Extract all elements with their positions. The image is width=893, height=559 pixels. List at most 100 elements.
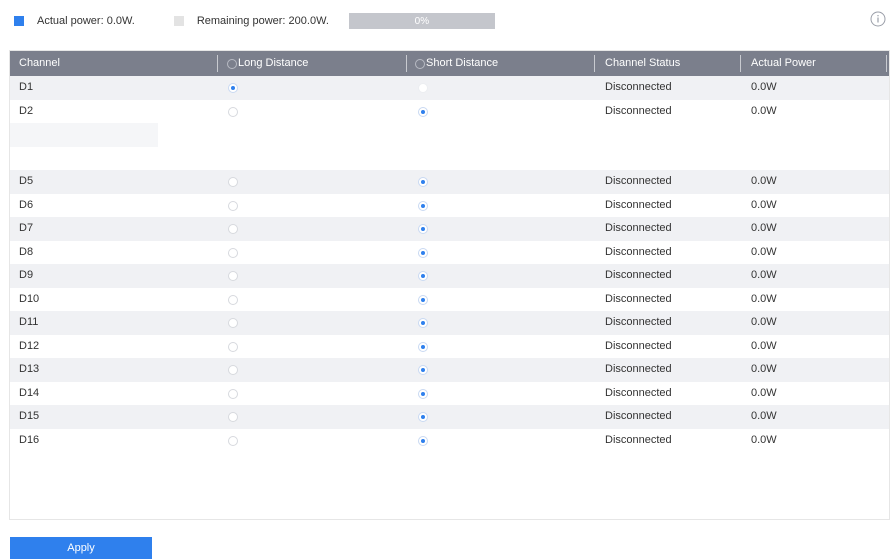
cell-actual-power: 0.0W [751, 81, 777, 93]
header-short-distance-label: Short Distance [426, 57, 499, 69]
long-distance-radio[interactable] [228, 224, 238, 234]
table-header: Channel Long Distance Short Distance Cha… [10, 51, 889, 76]
cell-channel: D5 [19, 175, 34, 187]
table-row: D1 Disconnected 0.0W [10, 76, 889, 100]
short-distance-radio[interactable] [418, 365, 428, 375]
cell-channel-status: Disconnected [605, 104, 672, 117]
cell-channel-status: Disconnected [605, 363, 672, 375]
cell-actual-power: 0.0W [751, 316, 777, 328]
cell-channel-status: Disconnected [605, 198, 672, 211]
apply-button[interactable]: Apply [10, 537, 152, 559]
cell-channel-status: Disconnected [605, 269, 672, 281]
actual-power-label: Actual power: 0.0W. [37, 15, 135, 27]
long-distance-radio[interactable] [228, 271, 238, 281]
table-row: D13 Disconnected 0.0W [10, 358, 889, 382]
cell-channel-status: Disconnected [605, 410, 672, 422]
short-distance-radio[interactable] [418, 247, 428, 258]
row-fragment [10, 123, 158, 147]
long-distance-radio[interactable] [228, 83, 238, 93]
table-body: D1 Disconnected 0.0W D2 Disconnected 0.0W D5 Di… [10, 76, 889, 452]
cell-actual-power: 0.0W [751, 222, 777, 234]
cell-actual-power: 0.0W [751, 198, 777, 211]
cell-channel: D8 [19, 245, 34, 258]
cell-channel-status: Disconnected [605, 386, 672, 399]
cell-actual-power: 0.0W [751, 104, 777, 117]
cell-channel-status: Disconnected [605, 175, 672, 187]
short-distance-radio[interactable] [418, 294, 428, 305]
header-short-distance[interactable]: Short Distance [415, 51, 498, 76]
cell-channel: D6 [19, 198, 34, 211]
short-distance-select-all-radio[interactable] [415, 58, 425, 69]
table-row-empty [10, 123, 889, 147]
cell-actual-power: 0.0W [751, 386, 777, 399]
long-distance-select-all-radio[interactable] [227, 58, 237, 69]
long-distance-radio[interactable] [228, 388, 238, 399]
cell-channel: D14 [19, 386, 40, 399]
power-progress-bar: 0% [348, 13, 495, 29]
table-row: D10 Disconnected 0.0W [10, 288, 889, 312]
cell-channel: D10 [19, 292, 40, 305]
cell-channel-status: Disconnected [605, 245, 672, 258]
short-distance-radio[interactable] [418, 412, 428, 422]
cell-channel-status: Disconnected [605, 81, 672, 93]
cell-actual-power: 0.0W [751, 433, 777, 446]
header-channel: Channel [19, 57, 60, 69]
long-distance-radio[interactable] [228, 318, 238, 328]
short-distance-radio [418, 83, 428, 93]
table-row: D15 Disconnected 0.0W [10, 405, 889, 429]
short-distance-radio[interactable] [418, 388, 428, 399]
cell-channel: D13 [19, 363, 40, 375]
long-distance-radio[interactable] [228, 435, 238, 446]
long-distance-radio[interactable] [228, 412, 238, 422]
short-distance-radio[interactable] [418, 318, 428, 328]
table-row: D2 Disconnected 0.0W [10, 100, 889, 124]
header-divider [406, 55, 407, 72]
long-distance-radio[interactable] [228, 106, 238, 117]
table-row: D9 Disconnected 0.0W [10, 264, 889, 288]
short-distance-radio[interactable] [418, 224, 428, 234]
cell-channel-status: Disconnected [605, 316, 672, 328]
long-distance-radio[interactable] [228, 200, 238, 211]
header-actual-power: Actual Power [751, 57, 816, 69]
long-distance-radio[interactable] [228, 247, 238, 258]
long-distance-radio[interactable] [228, 341, 238, 352]
remaining-power-swatch [173, 16, 184, 26]
long-distance-radio[interactable] [228, 177, 238, 187]
cell-channel: D15 [19, 410, 40, 422]
short-distance-radio[interactable] [418, 106, 428, 117]
short-distance-radio[interactable] [418, 435, 428, 446]
cell-actual-power: 0.0W [751, 269, 777, 281]
cell-channel: D1 [19, 81, 34, 93]
header-long-distance[interactable]: Long Distance [227, 51, 308, 76]
cell-channel: D12 [19, 339, 40, 352]
cell-actual-power: 0.0W [751, 245, 777, 258]
short-distance-radio[interactable] [418, 177, 428, 187]
actual-power-swatch [14, 16, 24, 26]
cell-actual-power: 0.0W [751, 292, 777, 305]
table-row: D12 Disconnected 0.0W [10, 335, 889, 359]
info-circle-icon[interactable] [870, 11, 886, 27]
header-divider [886, 55, 887, 72]
cell-actual-power: 0.0W [751, 363, 777, 375]
short-distance-radio[interactable] [418, 200, 428, 211]
short-distance-radio[interactable] [418, 271, 428, 281]
short-distance-radio[interactable] [418, 341, 428, 352]
cell-channel: D11 [19, 316, 39, 328]
table-row: D11 Disconnected 0.0W [10, 311, 889, 335]
poe-channel-table: Channel Long Distance Short Distance Cha… [9, 50, 890, 520]
table-row: D6 Disconnected 0.0W [10, 194, 889, 218]
header-divider [217, 55, 218, 72]
header-channel-status: Channel Status [605, 57, 681, 69]
table-row: D7 Disconnected 0.0W [10, 217, 889, 241]
cell-actual-power: 0.0W [751, 339, 777, 352]
header-long-distance-label: Long Distance [238, 57, 309, 69]
cell-channel: D9 [19, 269, 34, 281]
cell-channel: D7 [19, 222, 34, 234]
long-distance-radio[interactable] [228, 365, 238, 375]
table-row-empty [10, 147, 889, 171]
remaining-power-label: Remaining power: 200.0W. [196, 15, 329, 27]
power-legend: Actual power: 0.0W. Remaining power: 200… [14, 13, 495, 29]
cell-channel-status: Disconnected [605, 292, 672, 305]
long-distance-radio[interactable] [228, 294, 238, 305]
cell-actual-power: 0.0W [751, 410, 777, 422]
